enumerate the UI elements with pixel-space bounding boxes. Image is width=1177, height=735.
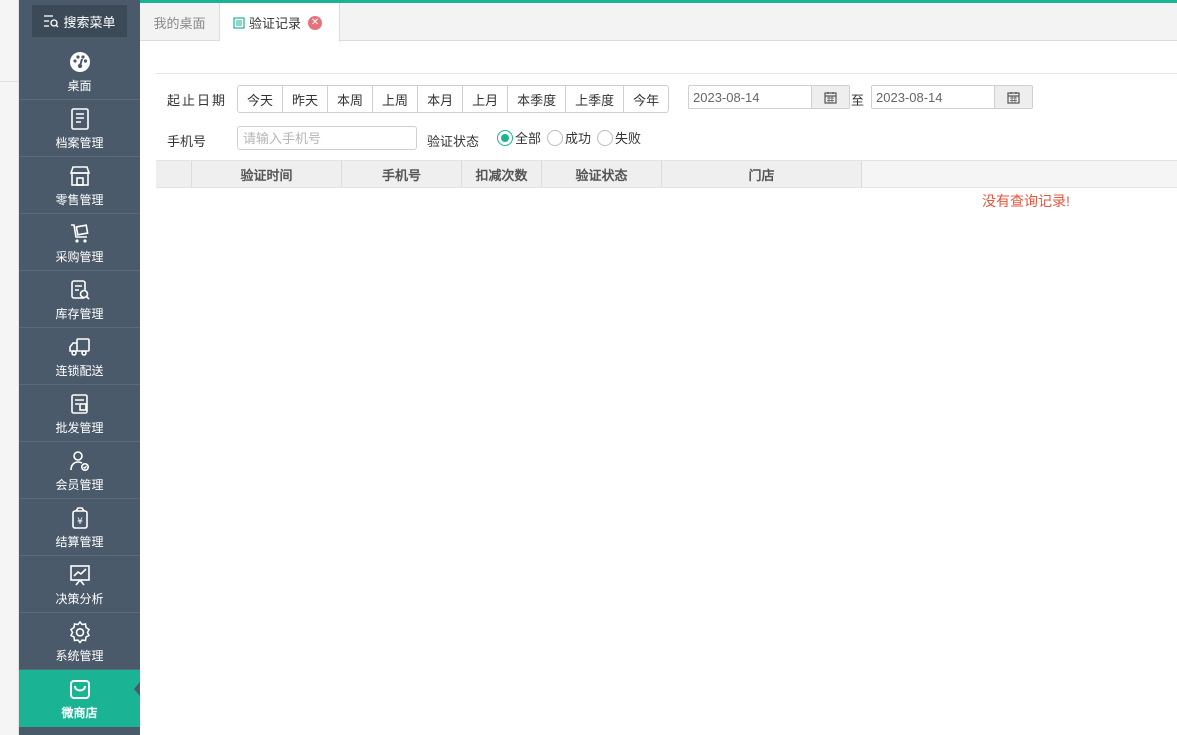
sidebar-item-archive[interactable]: 档案管理: [19, 100, 140, 157]
status-radio-failed[interactable]: 失败: [597, 128, 641, 147]
tab-verification-records[interactable]: 验证记录 ✕: [220, 3, 340, 42]
sidebar-item-label: 连锁配送: [55, 364, 104, 378]
calendar-icon: [824, 91, 837, 104]
tab-my-desktop[interactable]: 我的桌面: [140, 3, 220, 41]
quick-date-this-week-button[interactable]: 本周: [328, 86, 374, 112]
status-radio-all[interactable]: 全部: [497, 128, 541, 147]
tab-label: 验证记录: [249, 16, 302, 31]
cart-icon: [67, 220, 93, 246]
sidebar-item-label: 微商店: [61, 706, 98, 720]
table-header-checkbox-col: [156, 161, 192, 187]
sidebar-item-distribution[interactable]: 连锁配送: [19, 328, 140, 385]
radio-label: 成功: [565, 131, 592, 146]
left-edge-divider: [0, 81, 19, 82]
status-label: 验证状态: [427, 134, 480, 149]
settlement-icon: ¥: [67, 505, 93, 531]
active-indicator-arrow: [134, 682, 140, 696]
sidebar-item-label: 批发管理: [55, 421, 104, 435]
quick-date-last-month-button[interactable]: 上月: [463, 86, 509, 112]
quick-date-this-year-button[interactable]: 今年: [624, 86, 668, 112]
phone-input[interactable]: [237, 126, 417, 150]
end-date-picker[interactable]: 2023-08-14: [871, 85, 1033, 109]
radio-button[interactable]: [597, 129, 613, 146]
sidebar-item-label: 系统管理: [55, 649, 104, 663]
sidebar-item-label: 采购管理: [55, 250, 104, 264]
table-header-verify-status[interactable]: 验证状态: [542, 161, 662, 187]
radio-button[interactable]: [497, 129, 513, 146]
content-divider: [156, 73, 1177, 74]
tab-label: 我的桌面: [153, 15, 206, 31]
search-menu-icon: [44, 15, 59, 28]
calendar-icon: [1007, 91, 1020, 104]
radio-label: 失败: [615, 131, 642, 146]
sidebar-item-label: 决策分析: [55, 592, 104, 606]
sidebar-item-desktop[interactable]: 桌面: [19, 43, 140, 100]
sidebar-item-purchase[interactable]: 采购管理: [19, 214, 140, 271]
store-icon: [67, 163, 93, 189]
sidebar: 搜索菜单 桌面 档案管理 零售管理 采购管理 库存管理 连锁配送 批发管理 会员…: [19, 0, 140, 735]
quick-date-last-week-button[interactable]: 上周: [373, 86, 419, 112]
sidebar-item-label: 档案管理: [55, 136, 104, 150]
table-header-phone[interactable]: 手机号: [342, 161, 462, 187]
table-header-verify-time[interactable]: 验证时间: [192, 161, 342, 187]
radio-label: 全部: [515, 131, 542, 146]
sidebar-item-retail[interactable]: 零售管理: [19, 157, 140, 214]
date-to-label: 至: [851, 93, 865, 108]
status-radio-success[interactable]: 成功: [547, 128, 591, 147]
quick-date-this-quarter-button[interactable]: 本季度: [508, 86, 567, 112]
quick-date-this-month-button[interactable]: 本月: [418, 86, 464, 112]
close-icon[interactable]: ✕: [308, 15, 323, 30]
search-menu-label: 搜索菜单: [63, 14, 116, 30]
radio-button[interactable]: [547, 129, 563, 146]
tab-bar: 我的桌面 验证记录 ✕: [140, 3, 1177, 42]
sidebar-item-label: 会员管理: [55, 478, 104, 492]
sidebar-item-microstore[interactable]: 微商店: [19, 670, 140, 727]
wholesale-icon: [67, 391, 93, 417]
table-header: 验证时间 手机号 扣减次数 验证状态 门店: [156, 160, 1177, 188]
start-date-calendar-button[interactable]: [811, 86, 849, 108]
chart-icon: [67, 562, 93, 588]
end-date-calendar-button[interactable]: [994, 86, 1032, 108]
search-menu-button[interactable]: 搜索菜单: [32, 5, 127, 37]
table-header-deduct-count[interactable]: 扣减次数: [462, 161, 542, 187]
quick-date-yesterday-button[interactable]: 昨天: [283, 86, 329, 112]
left-edge-panel: [0, 0, 19, 735]
quick-date-last-quarter-button[interactable]: 上季度: [566, 86, 625, 112]
quick-date-today-button[interactable]: 今天: [238, 86, 284, 112]
phone-label: 手机号: [167, 134, 207, 149]
sidebar-item-label: 零售管理: [55, 193, 104, 207]
member-icon: [67, 448, 93, 474]
bag-icon: [67, 676, 93, 702]
sidebar-item-label: 结算管理: [55, 535, 104, 549]
empty-table-message: 没有查询记录!: [982, 193, 1070, 209]
sidebar-item-inventory[interactable]: 库存管理: [19, 271, 140, 328]
inventory-icon: [67, 277, 93, 303]
sidebar-item-system[interactable]: 系统管理: [19, 613, 140, 670]
document-icon: [233, 16, 245, 29]
svg-text:¥: ¥: [77, 517, 83, 527]
start-date-input[interactable]: 2023-08-14: [689, 86, 811, 108]
sidebar-item-label: 桌面: [67, 79, 92, 93]
quick-date-button-group: 今天 昨天 本周 上周 本月 上月 本季度 上季度 今年: [237, 85, 670, 113]
gear-icon: [67, 619, 93, 645]
sidebar-item-settlement[interactable]: ¥ 结算管理: [19, 499, 140, 556]
archive-icon: [67, 106, 93, 132]
dashboard-icon: [67, 49, 93, 75]
start-date-picker[interactable]: 2023-08-14: [688, 85, 850, 109]
sidebar-item-label: 库存管理: [55, 307, 104, 321]
table-header-store[interactable]: 门店: [662, 161, 862, 187]
sidebar-item-member[interactable]: 会员管理: [19, 442, 140, 499]
sidebar-item-wholesale[interactable]: 批发管理: [19, 385, 140, 442]
sidebar-item-analysis[interactable]: 决策分析: [19, 556, 140, 613]
truck-icon: [67, 334, 93, 360]
date-range-label: 起止日期: [167, 93, 228, 108]
end-date-input[interactable]: 2023-08-14: [872, 86, 994, 108]
